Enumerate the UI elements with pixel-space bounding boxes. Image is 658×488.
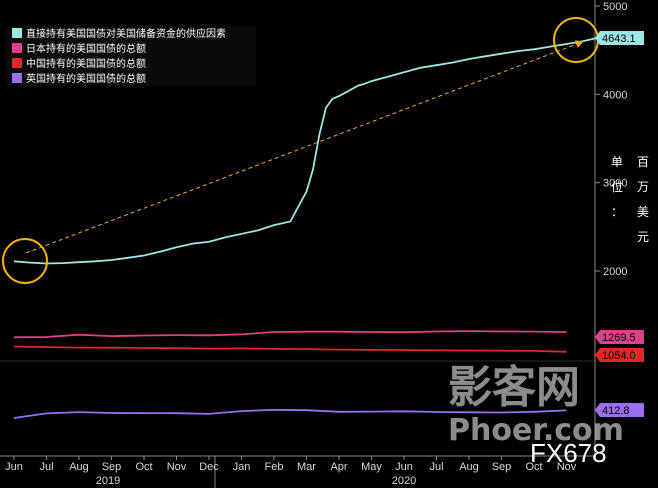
x-tick-label: Aug <box>459 461 479 473</box>
svg-text:4643.1: 4643.1 <box>602 33 636 45</box>
legend-label-3: 英国持有的美国国债的总额 <box>26 72 146 85</box>
unit-label-char: 百 <box>637 155 649 169</box>
watermark-line3: FX678 <box>530 438 607 468</box>
legend-swatch-3 <box>12 73 22 83</box>
x-tick-label: Mar <box>297 461 316 473</box>
legend-swatch-1 <box>12 43 22 53</box>
value-badge-0: 4643.1 <box>595 31 644 45</box>
series-line-1 <box>13 330 567 339</box>
unit-label-char: 万 <box>637 180 649 194</box>
value-badge-2: 1054.0 <box>595 348 644 362</box>
x-tick-label: Sep <box>102 461 122 473</box>
unit-label-char: ： <box>611 205 623 219</box>
x-year-label: 2019 <box>96 475 120 487</box>
legend-swatch-2 <box>12 58 22 68</box>
legend-label-2: 中国持有的美国国债的总额 <box>26 57 146 70</box>
x-tick-label: Feb <box>265 461 284 473</box>
unit-label: 单位 ： 百万美元 <box>611 155 649 244</box>
unit-label-char: 位 <box>611 179 623 194</box>
legend-label-0: 直接持有美国国债对美国储备资金的供应因素 <box>26 27 226 40</box>
start-highlight-circle <box>2 238 48 284</box>
svg-text:1269.5: 1269.5 <box>602 332 636 344</box>
legend-swatch-0 <box>12 28 22 38</box>
legend-label-1: 日本持有的美国国债的总额 <box>26 42 146 55</box>
x-year-label: 2020 <box>392 475 416 487</box>
x-tick-label: May <box>361 461 382 473</box>
x-tick-label: Jun <box>395 461 413 473</box>
x-tick-label: Dec <box>199 461 219 473</box>
x-tick-label: Nov <box>167 461 187 473</box>
svg-text:1054.0: 1054.0 <box>602 350 636 362</box>
unit-label-char: 元 <box>637 230 649 244</box>
x-tick-label: Apr <box>330 461 347 473</box>
x-tick-label: Aug <box>69 461 89 473</box>
chart: 2000300040005000 Jun Jul Aug Sep Oct Nov Dec Ja… <box>0 0 649 488</box>
series-line-2 <box>13 345 567 353</box>
x-tick-label: Oct <box>135 461 152 473</box>
unit-label-char: 单 <box>611 155 623 169</box>
unit-label-char: 美 <box>637 205 649 219</box>
x-tick-label: Jul <box>39 461 53 473</box>
y-tick-label: 5000 <box>603 1 627 13</box>
value-badge-1: 1269.5 <box>595 330 644 344</box>
y-tick-label: 2000 <box>603 266 627 278</box>
x-tick-label: Jul <box>429 461 443 473</box>
x-tick-label: Jun <box>5 461 23 473</box>
x-tick-label: Sep <box>492 461 512 473</box>
watermark-line1: 影客网 <box>448 362 580 413</box>
y-tick-label: 4000 <box>603 89 627 101</box>
x-tick-label: Jan <box>233 461 251 473</box>
legend: 直接持有美国国债对美国储备资金的供应因素 日本持有的美国国债的总额 中国持有的美… <box>6 26 256 86</box>
